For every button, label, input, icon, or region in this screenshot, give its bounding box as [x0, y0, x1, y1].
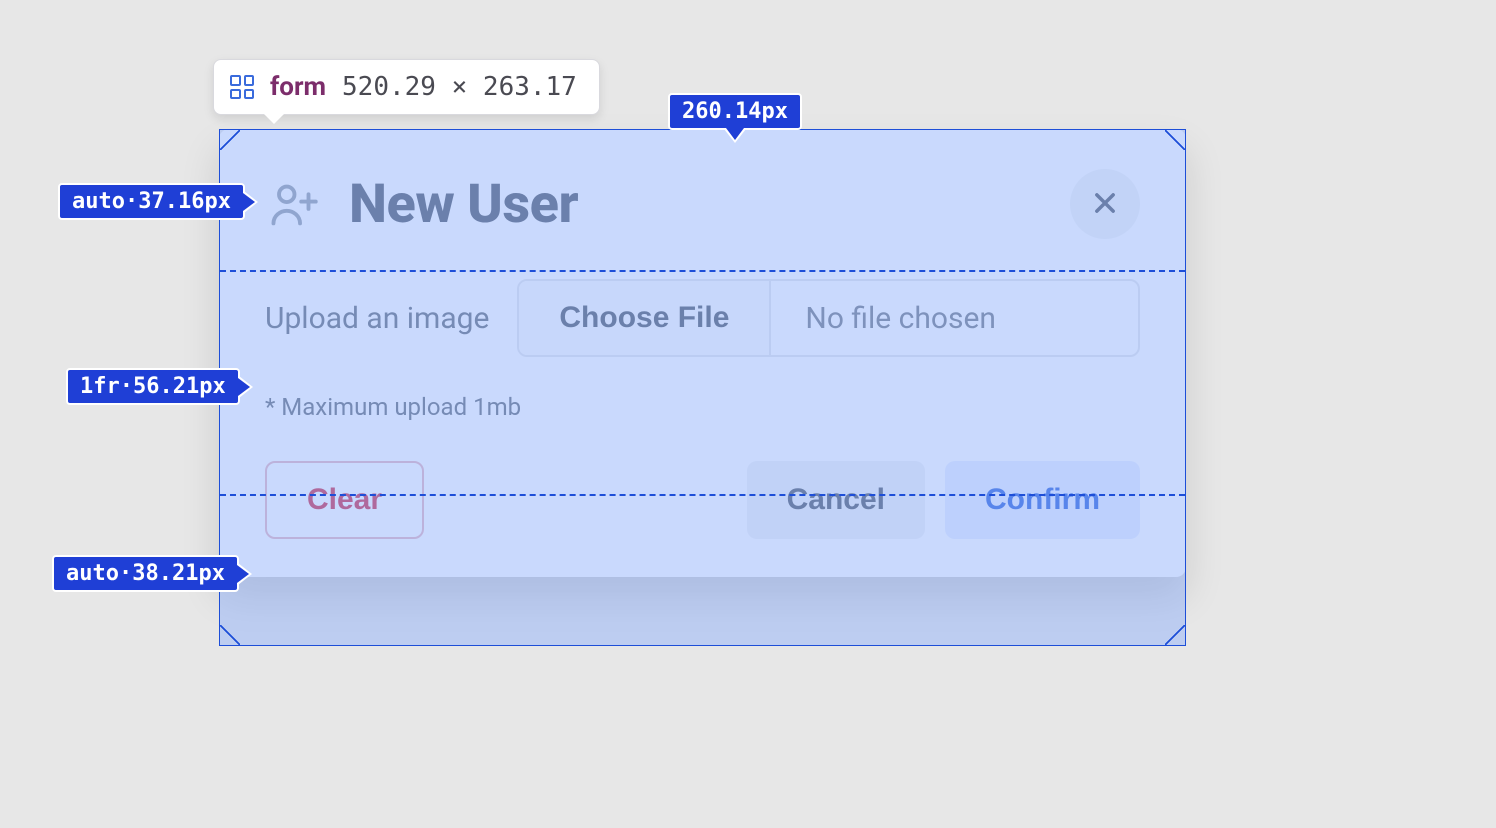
form-footer: Clear Cancel Confirm [265, 461, 1140, 539]
element-tooltip: form 520.29 × 263.17 [213, 59, 600, 115]
form-title: New User [349, 173, 578, 236]
new-user-form: New User Upload an image Choose File No … [219, 129, 1186, 577]
row1-size-badge: auto·37.16px [58, 183, 245, 220]
clear-button[interactable]: Clear [265, 461, 424, 539]
upload-row: Upload an image Choose File No file chos… [265, 279, 1140, 357]
upload-hint: * Maximum upload 1mb [265, 393, 1140, 421]
file-status: No file chosen [771, 301, 1030, 336]
form-body: Upload an image Choose File No file chos… [265, 279, 1140, 421]
confirm-button[interactable]: Confirm [945, 461, 1140, 539]
file-input[interactable]: Choose File No file chosen [517, 279, 1140, 357]
form-header: New User [265, 169, 1140, 239]
choose-file-button[interactable]: Choose File [519, 281, 771, 355]
upload-label: Upload an image [265, 301, 489, 336]
user-plus-icon [265, 175, 323, 233]
close-button[interactable] [1070, 169, 1140, 239]
cancel-button[interactable]: Cancel [747, 461, 925, 539]
tooltip-dimensions: 520.29 × 263.17 [342, 72, 577, 102]
close-icon [1091, 189, 1119, 220]
column-size-badge: 260.14px [668, 93, 802, 130]
grid-icon [230, 75, 254, 99]
row2-size-badge: 1fr·56.21px [66, 368, 240, 405]
tooltip-tag: form [270, 72, 326, 102]
row3-size-badge: auto·38.21px [52, 555, 239, 592]
